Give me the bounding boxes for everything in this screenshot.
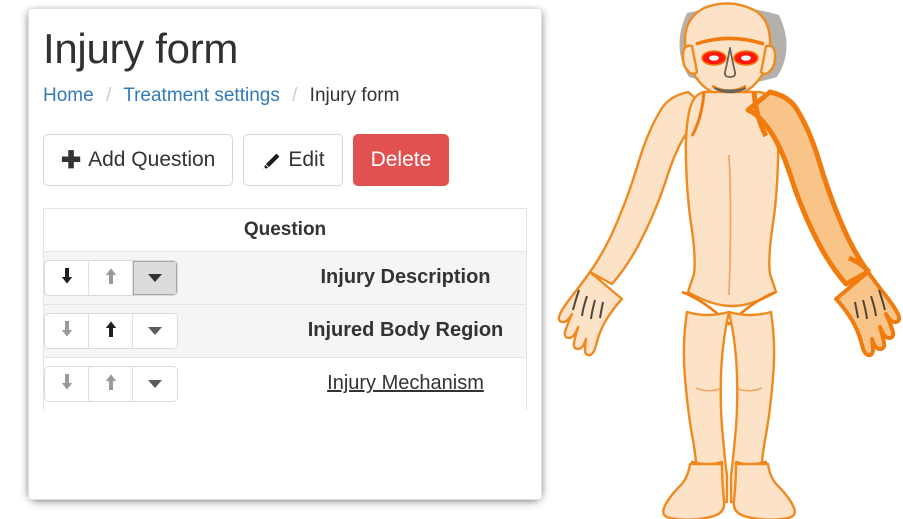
breadcrumb-separator: / [105, 85, 112, 107]
pencil-icon [261, 152, 281, 172]
caret-down-icon [148, 326, 162, 335]
table-row: Injury Description [43, 250, 527, 305]
questions-table-head: Question [43, 208, 527, 252]
plus-icon: ✚ [61, 146, 82, 174]
move-up-button[interactable] [89, 313, 133, 348]
row-actions-cell [43, 303, 285, 358]
row-actions-cell [43, 250, 285, 305]
body-diagram[interactable] [556, 0, 903, 519]
table-row: Injury Mechanism [43, 356, 527, 410]
questions-table-body: Injury Description Injured Body Region I… [43, 250, 527, 410]
table-row: Injured Body Region [43, 303, 527, 358]
move-down-button[interactable] [45, 260, 89, 295]
questions-table: Question Injury Description Injured Body… [43, 207, 527, 410]
delete-button[interactable]: Delete [352, 133, 450, 186]
delete-label: Delete [370, 148, 432, 172]
row-menu-button[interactable] [133, 313, 177, 348]
arrow-up-icon [103, 373, 119, 394]
column-header-question: Question [43, 208, 527, 252]
row-menu-button[interactable] [133, 366, 177, 401]
add-question-label: Add Question [88, 148, 216, 172]
page-title: Injury form [43, 25, 239, 72]
row-question-label: Injury Mechanism [285, 356, 527, 410]
breadcrumb: Home / Treatment settings / Injury form [43, 85, 527, 108]
row-reorder-group [44, 259, 178, 296]
arrow-up-icon [103, 320, 119, 341]
row-reorder-group [44, 312, 178, 349]
breadcrumb-item-treatment-settings[interactable]: Treatment settings [123, 85, 280, 106]
add-question-button[interactable]: ✚ Add Question [43, 133, 234, 186]
panel-body: Injury form Home / Treatment settings / … [29, 9, 541, 410]
arrow-up-icon [103, 267, 119, 288]
body-base [557, 2, 796, 519]
row-question-link[interactable]: Injury Mechanism [327, 372, 484, 394]
row-question-label: Injured Body Region [285, 303, 527, 358]
breadcrumb-item-home[interactable]: Home [43, 85, 94, 106]
arrow-down-icon [59, 320, 75, 341]
arrow-down-icon [59, 267, 75, 288]
action-toolbar: ✚ Add Question Edit Delete [43, 133, 527, 186]
caret-down-icon [148, 273, 162, 282]
move-up-button[interactable] [89, 260, 133, 295]
arrow-down-icon [59, 373, 75, 394]
table-header-row: Question [43, 208, 527, 252]
row-menu-button[interactable] [133, 260, 177, 295]
move-down-button[interactable] [45, 366, 89, 401]
edit-label: Edit [288, 148, 325, 172]
move-down-button[interactable] [45, 313, 89, 348]
content-panel: Injury form Home / Treatment settings / … [28, 8, 542, 500]
caret-down-icon [148, 379, 162, 388]
move-up-button[interactable] [89, 366, 133, 401]
row-actions-cell [43, 356, 285, 410]
row-reorder-group [44, 365, 178, 402]
edit-button[interactable]: Edit [243, 133, 343, 186]
breadcrumb-separator: / [292, 85, 298, 107]
breadcrumb-item-current: Injury form [309, 85, 400, 107]
row-question-label: Injury Description [285, 250, 527, 305]
